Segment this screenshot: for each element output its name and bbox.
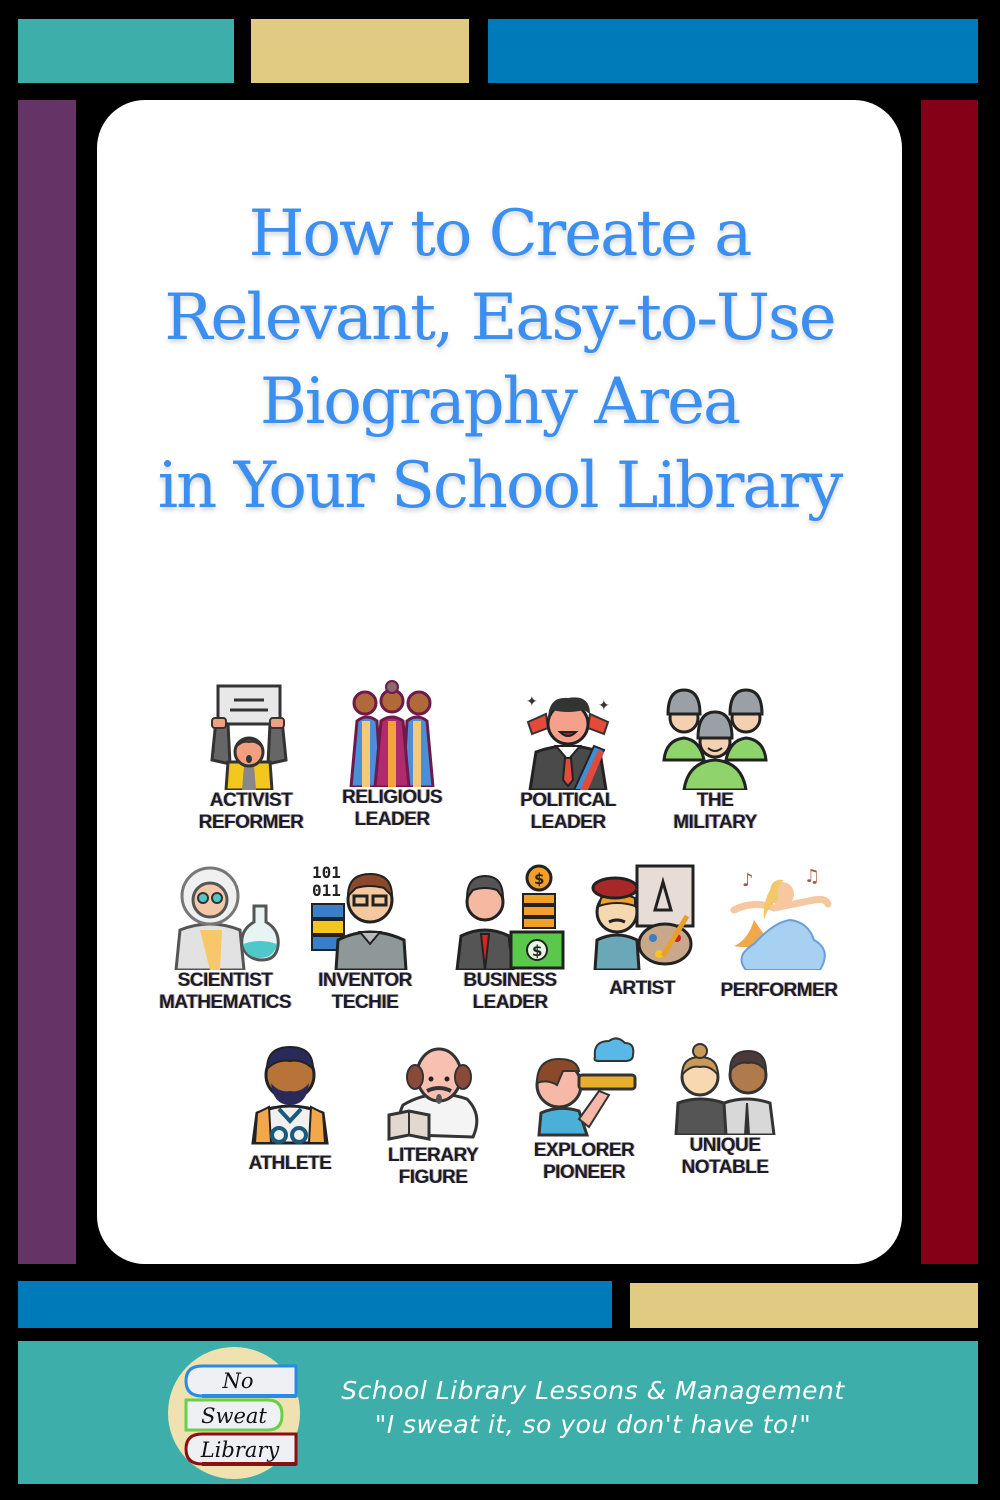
category-religious: RELIGIOUS LEADER [317,677,467,831]
category-label: ACTIVIST REFORMER [198,790,304,833]
category-label: LITERARY FIGURE [387,1145,479,1188]
category-inventor: 101 011 INVENTOR TECHIE [290,860,440,1014]
inventor-techie-icon: 101 011 [311,863,408,970]
logo-word: Library [200,1438,281,1462]
svg-text:101: 101 [312,863,341,882]
category-scientist: SCIENTIST MATHEMATICS [150,860,300,1014]
category-label: INVENTOR TECHIE [318,970,412,1013]
category-literary: LITERARY FIGURE [358,1035,508,1189]
svg-text:♫: ♫ [804,866,820,887]
category-activist: ACTIVIST REFORMER [176,680,326,834]
top-teal-block [18,19,234,83]
performer-singer-icon: ♪ ♫ [730,866,832,970]
soldiers-icon [662,688,768,790]
title-line: Biography Area [259,365,741,439]
left-purple-strip [18,100,76,1264]
bottom-tan-block [630,1283,978,1328]
category-business: $ $ BUSINESS LEADER [435,860,585,1014]
category-label: BUSINESS LEADER [463,970,557,1013]
logo-word: Sweat [201,1404,267,1428]
political-leader-icon: ✦ ✦ [526,694,610,790]
page-title: How to Create a Relevant, Easy-to-Use Bi… [97,192,902,528]
category-label: RELIGIOUS LEADER [341,787,443,830]
category-label: ATHLETE [248,1153,332,1174]
businessman-money-icon: $ $ [455,864,565,970]
svg-text:✦: ✦ [598,698,610,714]
category-label: EXPLORER PIONEER [533,1140,635,1183]
category-label: POLITICAL LEADER [520,790,616,833]
no-sweat-library-logo: No Sweat Library [168,1347,300,1479]
unique-notable-people-icon [674,1043,776,1135]
literary-figure-icon [387,1047,479,1141]
activist-protester-icon [210,684,288,790]
explorer-spyglass-icon [535,1037,637,1137]
svg-text:$: $ [534,870,544,888]
category-label: UNIQUE NOTABLE [681,1135,769,1178]
category-explorer: EXPLORER PIONEER [509,1035,659,1184]
category-label: PERFORMER [720,980,838,1001]
scientist-flask-icon [174,866,280,970]
category-athlete: ATHLETE [215,1035,365,1175]
footer-banner: No Sweat Library School Library Lessons … [18,1341,978,1484]
religious-leaders-icon [349,680,435,787]
svg-text:✦: ✦ [526,694,538,710]
footer-tagline: School Library Lessons & Management "I s… [323,1374,863,1442]
category-label: THE MILITARY [673,790,757,833]
bottom-blue-block [18,1281,612,1328]
motto-text: "I sweat it, so you don't have to!" [374,1410,812,1439]
svg-text:011: 011 [312,881,341,900]
title-line: How to Create a [248,197,753,271]
svg-text:♪: ♪ [742,870,754,891]
top-blue-block [488,19,978,83]
logo-word: No [221,1369,253,1393]
category-military: THE MILITARY [640,680,790,834]
svg-text:$: $ [532,942,542,960]
category-label: SCIENTIST MATHEMATICS [158,970,292,1013]
title-line: in Your School Library [157,449,844,523]
top-tan-block [251,19,469,83]
athlete-icon [251,1045,329,1145]
category-performer: ♪ ♫ PERFORMER [704,860,854,1002]
category-unique-notable: UNIQUE NOTABLE [650,1035,800,1179]
content-card: How to Create a Relevant, Easy-to-Use Bi… [97,100,902,1264]
category-political: ✦ ✦ POLITICAL LEADER [493,680,643,834]
right-red-strip [921,100,978,1264]
tagline-text: School Library Lessons & Management [341,1376,845,1405]
category-label: ARTIST [609,978,675,999]
artist-palette-icon [591,864,695,970]
category-artist: ARTIST [567,860,717,1000]
title-line: Relevant, Easy-to-Use [164,281,836,355]
